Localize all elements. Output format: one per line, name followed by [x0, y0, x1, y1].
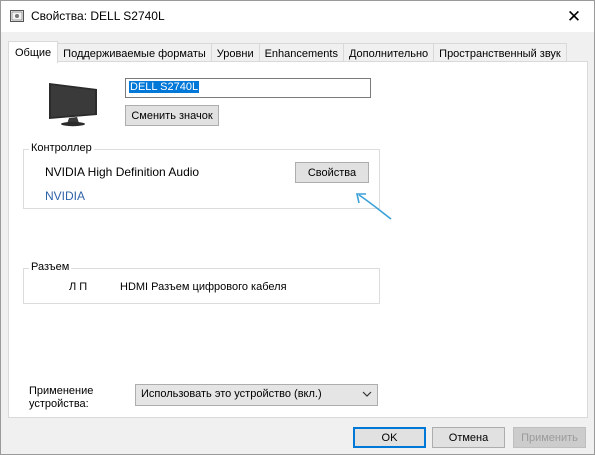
- controller-group: Контроллер NVIDIA High Definition Audio …: [23, 142, 380, 209]
- window-title: Свойства: DELL S2740L: [31, 9, 165, 23]
- controller-name: NVIDIA High Definition Audio: [45, 165, 200, 179]
- speaker-icon: [10, 10, 24, 22]
- change-icon-button[interactable]: Сменить значок: [125, 105, 219, 126]
- tab-levels[interactable]: Уровни: [210, 43, 260, 63]
- pointer-arrow-annotation: [356, 193, 392, 220]
- ok-button[interactable]: OK: [353, 427, 426, 448]
- tab-spatial-sound[interactable]: Пространственный звук: [433, 43, 567, 63]
- monitor-icon: [49, 83, 97, 127]
- title-bar: Свойства: DELL S2740L ✕: [1, 1, 594, 32]
- device-usage-select[interactable]: Использовать это устройство (вкл.): [135, 384, 378, 406]
- connector-description: HDMI Разъем цифрового кабеля: [120, 281, 287, 293]
- device-name-text: DELL S2740L: [129, 81, 200, 93]
- tab-strip: Общие Поддерживаемые форматы Уровни Enha…: [8, 41, 567, 63]
- close-button[interactable]: ✕: [554, 1, 594, 32]
- apply-button[interactable]: Применить: [513, 427, 586, 448]
- tab-general[interactable]: Общие: [8, 41, 59, 63]
- device-name-input[interactable]: DELL S2740L: [125, 78, 371, 98]
- device-usage-label: Применение устройства:: [29, 385, 93, 411]
- controller-group-label: Контроллер: [29, 142, 94, 154]
- tab-advanced[interactable]: Дополнительно: [342, 43, 435, 63]
- connector-group: Разъем Л П HDMI Разъем цифрового кабеля: [23, 261, 380, 304]
- properties-dialog: Свойства: DELL S2740L ✕ Общие Поддержива…: [0, 0, 595, 455]
- tab-supported-formats[interactable]: Поддерживаемые форматы: [57, 43, 212, 63]
- connector-position: Л П: [69, 281, 88, 293]
- controller-properties-button[interactable]: Свойства: [295, 162, 369, 183]
- controller-vendor: NVIDIA: [45, 189, 86, 203]
- general-tab-panel: DELL S2740L Сменить значок Контроллер NV…: [8, 61, 588, 418]
- connector-group-label: Разъем: [29, 261, 72, 273]
- tab-enhancements[interactable]: Enhancements: [258, 43, 344, 63]
- device-usage-selected: Использовать это устройство (вкл.): [141, 388, 322, 400]
- chevron-down-icon: [362, 391, 372, 397]
- device-usage-label-line1: Применение: [29, 385, 94, 397]
- close-icon: ✕: [566, 6, 582, 26]
- device-usage-label-line2: устройства:: [29, 398, 89, 410]
- cancel-button[interactable]: Отмена: [432, 427, 505, 448]
